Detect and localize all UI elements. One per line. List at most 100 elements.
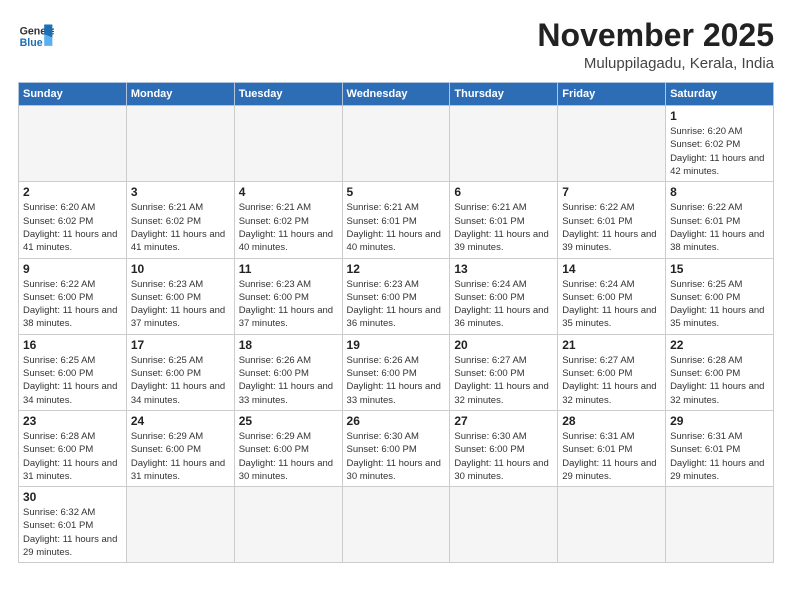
day-number: 21: [562, 338, 661, 352]
day-number: 28: [562, 414, 661, 428]
calendar-cell: 30 Sunrise: 6:32 AMSunset: 6:01 PMDayligh…: [19, 487, 127, 563]
calendar-cell: [234, 487, 342, 563]
calendar-cell: 16 Sunrise: 6:25 AMSunset: 6:00 PMDayligh…: [19, 334, 127, 410]
calendar-cell: 17Sunrise: 6:25 AMSunset: 6:00 PMDayligh…: [126, 334, 234, 410]
day-info: Sunrise: 6:32 AMSunset: 6:01 PMDaylight:…: [23, 506, 122, 559]
day-info: Sunrise: 6:22 AMSunset: 6:01 PMDaylight:…: [562, 201, 661, 254]
day-info: Sunrise: 6:28 AMSunset: 6:00 PMDaylight:…: [23, 430, 122, 483]
calendar-cell: [342, 106, 450, 182]
calendar-cell: [234, 106, 342, 182]
day-number: 14: [562, 262, 661, 276]
day-info: Sunrise: 6:29 AMSunset: 6:00 PMDaylight:…: [239, 430, 338, 483]
day-number: 10: [131, 262, 230, 276]
day-info: Sunrise: 6:21 AMSunset: 6:01 PMDaylight:…: [454, 201, 553, 254]
day-number: 17: [131, 338, 230, 352]
weekday-header-friday: Friday: [558, 83, 666, 106]
day-number: 12: [347, 262, 446, 276]
calendar-week-3: 16 Sunrise: 6:25 AMSunset: 6:00 PMDayligh…: [19, 334, 774, 410]
main-title: November 2025: [537, 18, 774, 53]
calendar-cell: [558, 106, 666, 182]
day-number: 6: [454, 185, 553, 199]
day-number: 20: [454, 338, 553, 352]
calendar-cell: [126, 487, 234, 563]
logo-icon: General Blue: [18, 18, 54, 54]
calendar-week-4: 23 Sunrise: 6:28 AMSunset: 6:00 PMDayligh…: [19, 410, 774, 486]
calendar-week-0: 1 Sunrise: 6:20 AMSunset: 6:02 PMDaylight…: [19, 106, 774, 182]
calendar-cell: [450, 487, 558, 563]
day-number: 24: [131, 414, 230, 428]
calendar-cell: 28 Sunrise: 6:31 AMSunset: 6:01 PMDayligh…: [558, 410, 666, 486]
day-number: 27: [454, 414, 553, 428]
day-info: Sunrise: 6:26 AMSunset: 6:00 PMDaylight:…: [347, 354, 446, 407]
header: General Blue November 2025 Muluppilagadu…: [18, 18, 774, 72]
day-info: Sunrise: 6:25 AMSunset: 6:00 PMDaylight:…: [670, 278, 769, 331]
calendar-table: SundayMondayTuesdayWednesdayThursdayFrid…: [18, 82, 774, 563]
calendar-cell: [558, 487, 666, 563]
calendar-cell: 5Sunrise: 6:21 AMSunset: 6:01 PMDaylight…: [342, 182, 450, 258]
day-info: Sunrise: 6:28 AMSunset: 6:00 PMDaylight:…: [670, 354, 769, 407]
day-number: 1: [670, 109, 769, 123]
calendar-cell: 9 Sunrise: 6:22 AMSunset: 6:00 PMDaylight…: [19, 258, 127, 334]
calendar-week-2: 9 Sunrise: 6:22 AMSunset: 6:00 PMDaylight…: [19, 258, 774, 334]
weekday-header-thursday: Thursday: [450, 83, 558, 106]
day-info: Sunrise: 6:27 AMSunset: 6:00 PMDaylight:…: [454, 354, 553, 407]
day-info: Sunrise: 6:31 AMSunset: 6:01 PMDaylight:…: [562, 430, 661, 483]
calendar-cell: [19, 106, 127, 182]
day-info: Sunrise: 6:25 AMSunset: 6:00 PMDaylight:…: [23, 354, 122, 407]
day-number: 3: [131, 185, 230, 199]
day-info: Sunrise: 6:31 AMSunset: 6:01 PMDaylight:…: [670, 430, 769, 483]
day-info: Sunrise: 6:27 AMSunset: 6:00 PMDaylight:…: [562, 354, 661, 407]
svg-text:Blue: Blue: [20, 37, 43, 49]
logo: General Blue: [18, 18, 54, 54]
weekday-header-saturday: Saturday: [666, 83, 774, 106]
day-info: Sunrise: 6:30 AMSunset: 6:00 PMDaylight:…: [454, 430, 553, 483]
day-number: 7: [562, 185, 661, 199]
day-number: 18: [239, 338, 338, 352]
day-info: Sunrise: 6:23 AMSunset: 6:00 PMDaylight:…: [239, 278, 338, 331]
day-number: 30: [23, 490, 122, 504]
weekday-header-sunday: Sunday: [19, 83, 127, 106]
calendar-cell: 12 Sunrise: 6:23 AMSunset: 6:00 PMDayligh…: [342, 258, 450, 334]
calendar-cell: 14 Sunrise: 6:24 AMSunset: 6:00 PMDayligh…: [558, 258, 666, 334]
day-info: Sunrise: 6:21 AMSunset: 6:01 PMDaylight:…: [347, 201, 446, 254]
day-number: 23: [23, 414, 122, 428]
day-info: Sunrise: 6:26 AMSunset: 6:00 PMDaylight:…: [239, 354, 338, 407]
day-info: Sunrise: 6:23 AMSunset: 6:00 PMDaylight:…: [347, 278, 446, 331]
day-info: Sunrise: 6:29 AMSunset: 6:00 PMDaylight:…: [131, 430, 230, 483]
calendar-cell: 4Sunrise: 6:21 AMSunset: 6:02 PMDaylight…: [234, 182, 342, 258]
day-number: 15: [670, 262, 769, 276]
calendar-cell: 19 Sunrise: 6:26 AMSunset: 6:00 PMDayligh…: [342, 334, 450, 410]
day-info: Sunrise: 6:20 AMSunset: 6:02 PMDaylight:…: [670, 125, 769, 178]
calendar-cell: 26 Sunrise: 6:30 AMSunset: 6:00 PMDayligh…: [342, 410, 450, 486]
calendar-cell: [126, 106, 234, 182]
calendar-cell: 18 Sunrise: 6:26 AMSunset: 6:00 PMDayligh…: [234, 334, 342, 410]
calendar-cell: 1 Sunrise: 6:20 AMSunset: 6:02 PMDaylight…: [666, 106, 774, 182]
calendar-cell: [450, 106, 558, 182]
page: General Blue November 2025 Muluppilagadu…: [0, 0, 792, 612]
day-info: Sunrise: 6:21 AMSunset: 6:02 PMDaylight:…: [131, 201, 230, 254]
weekday-header-tuesday: Tuesday: [234, 83, 342, 106]
calendar-cell: 2Sunrise: 6:20 AMSunset: 6:02 PMDaylight…: [19, 182, 127, 258]
day-number: 4: [239, 185, 338, 199]
day-number: 26: [347, 414, 446, 428]
calendar-cell: 7 Sunrise: 6:22 AMSunset: 6:01 PMDaylight…: [558, 182, 666, 258]
day-info: Sunrise: 6:22 AMSunset: 6:00 PMDaylight:…: [23, 278, 122, 331]
day-number: 9: [23, 262, 122, 276]
calendar-cell: 22 Sunrise: 6:28 AMSunset: 6:00 PMDayligh…: [666, 334, 774, 410]
weekday-header-row: SundayMondayTuesdayWednesdayThursdayFrid…: [19, 83, 774, 106]
calendar-week-5: 30 Sunrise: 6:32 AMSunset: 6:01 PMDayligh…: [19, 487, 774, 563]
calendar-cell: 21 Sunrise: 6:27 AMSunset: 6:00 PMDayligh…: [558, 334, 666, 410]
day-info: Sunrise: 6:30 AMSunset: 6:00 PMDaylight:…: [347, 430, 446, 483]
subtitle: Muluppilagadu, Kerala, India: [537, 55, 774, 72]
calendar-cell: 25Sunrise: 6:29 AMSunset: 6:00 PMDayligh…: [234, 410, 342, 486]
day-number: 8: [670, 185, 769, 199]
day-number: 16: [23, 338, 122, 352]
day-number: 22: [670, 338, 769, 352]
day-number: 19: [347, 338, 446, 352]
day-info: Sunrise: 6:23 AMSunset: 6:00 PMDaylight:…: [131, 278, 230, 331]
calendar-cell: [666, 487, 774, 563]
calendar-cell: 15 Sunrise: 6:25 AMSunset: 6:00 PMDayligh…: [666, 258, 774, 334]
calendar-cell: 20 Sunrise: 6:27 AMSunset: 6:00 PMDayligh…: [450, 334, 558, 410]
calendar-cell: 13Sunrise: 6:24 AMSunset: 6:00 PMDayligh…: [450, 258, 558, 334]
day-info: Sunrise: 6:24 AMSunset: 6:00 PMDaylight:…: [562, 278, 661, 331]
